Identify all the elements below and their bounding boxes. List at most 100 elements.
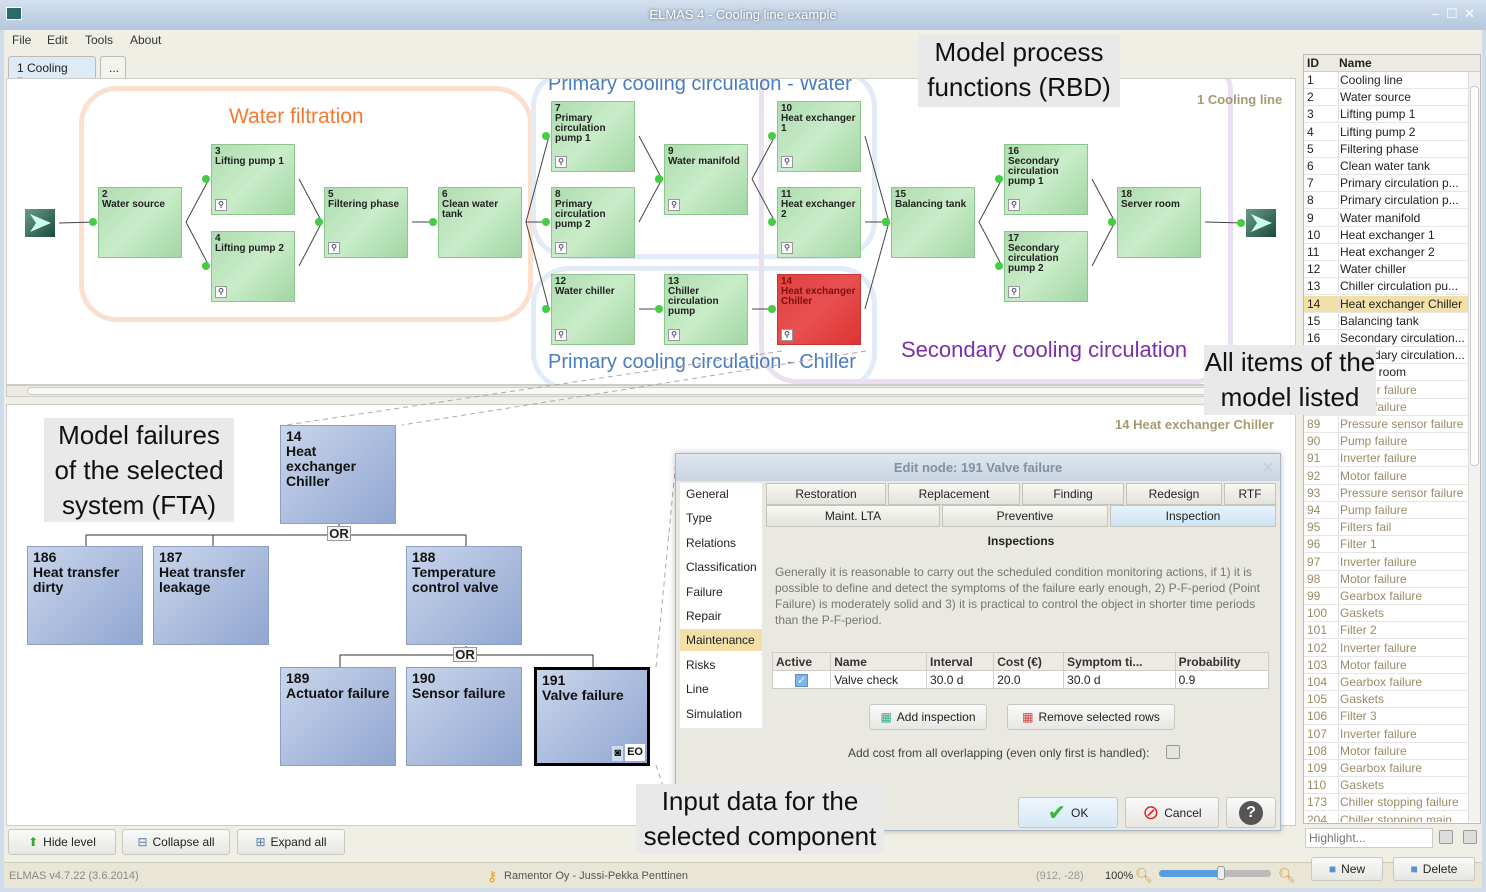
menu-tools[interactable]: Tools: [85, 33, 113, 47]
zoom-in-icon[interactable]: 🔍︎: [1278, 867, 1296, 884]
magnifier-icon[interactable]: ⚲: [1008, 286, 1020, 298]
nav-risks[interactable]: Risks: [680, 654, 762, 676]
cancel-button[interactable]: ⊘ Cancel: [1125, 797, 1219, 828]
list-item[interactable]: 107 Inverter failure: [1304, 725, 1468, 743]
horizontal-scrollbar[interactable]: [6, 385, 1296, 397]
rbd-node-9[interactable]: 9 Water manifold ⚲: [664, 144, 748, 215]
menu-file[interactable]: File: [12, 33, 31, 47]
menu-about[interactable]: About: [130, 33, 161, 47]
delete-button[interactable]: ■ Delete: [1393, 857, 1475, 881]
list-item[interactable]: 11 Heat exchanger 2: [1304, 244, 1468, 261]
vertical-scrollbar[interactable]: [1468, 72, 1480, 822]
magnifier-icon[interactable]: ⚲: [328, 242, 340, 254]
magnifier-icon[interactable]: ⚲: [781, 329, 793, 341]
magnifier-icon[interactable]: ⚲: [555, 242, 567, 254]
overlap-checkbox[interactable]: [1166, 745, 1180, 759]
fta-node-190[interactable]: 190 Sensor failure: [406, 667, 522, 766]
list-item[interactable]: 110 Gaskets: [1304, 777, 1468, 795]
list-item[interactable]: 8 Primary circulation p...: [1304, 192, 1468, 210]
magnifier-icon[interactable]: ⚲: [668, 199, 680, 211]
zoom-slider[interactable]: [1159, 866, 1271, 880]
tab-more[interactable]: ...: [100, 56, 126, 78]
list-item[interactable]: 93 Pressure sensor failure: [1304, 484, 1468, 502]
tab-rtf[interactable]: RTF: [1224, 483, 1276, 505]
fta-node-187[interactable]: 187 Heat transfer leakage: [153, 546, 269, 645]
rbd-node-10[interactable]: 10 Heat exchanger 1 ⚲: [777, 101, 861, 172]
rbd-node-6[interactable]: 6 Clean water tank: [438, 187, 522, 258]
nav-relations[interactable]: Relations: [680, 532, 762, 554]
magnifier-icon[interactable]: ⚲: [781, 156, 793, 168]
magnifier-icon[interactable]: ⚲: [555, 156, 567, 168]
nav-type[interactable]: Type: [680, 507, 762, 529]
list-item[interactable]: 103 Motor failure: [1304, 656, 1468, 674]
nav-line[interactable]: Line: [680, 678, 762, 700]
list-item[interactable]: 99 Gearbox failure: [1304, 588, 1468, 605]
list-item[interactable]: 9 Water manifold: [1304, 209, 1468, 227]
list-item[interactable]: 105 Gaskets: [1304, 691, 1468, 709]
nav-maintenance[interactable]: Maintenance: [680, 629, 762, 652]
maximize-button[interactable]: ☐: [1446, 6, 1458, 22]
filter-toggle-1[interactable]: [1439, 830, 1453, 844]
list-item[interactable]: 6 Clean water tank: [1304, 158, 1468, 175]
column-name[interactable]: Name: [1339, 55, 1372, 72]
nav-repair[interactable]: Repair: [680, 605, 762, 627]
magnifier-icon[interactable]: ⚲: [781, 242, 793, 254]
new-button[interactable]: ■ New: [1311, 857, 1383, 881]
scroll-thumb[interactable]: [27, 387, 1277, 395]
menu-edit[interactable]: Edit: [47, 33, 68, 47]
rbd-node-13[interactable]: 13 Chiller circulation pump ⚲: [664, 274, 748, 345]
nav-failure[interactable]: Failure: [680, 581, 762, 603]
list-item[interactable]: 101 Filter 2: [1304, 622, 1468, 640]
rbd-node-4[interactable]: 4 Lifting pump 2 ⚲: [211, 231, 295, 302]
add-inspection-button[interactable]: ▦ Add inspection: [869, 704, 987, 730]
tab-replacement[interactable]: Replacement: [888, 483, 1020, 505]
tab-preventive[interactable]: Preventive: [942, 505, 1108, 527]
rbd-node-8[interactable]: 8 Primary circulation pump 2 ⚲: [551, 187, 635, 258]
cell-name[interactable]: Valve check: [830, 670, 928, 689]
list-item[interactable]: 13 Chiller circulation pu...: [1304, 278, 1468, 296]
column-header[interactable]: Probability: [1174, 652, 1270, 671]
magnifier-icon[interactable]: ⚲: [215, 199, 227, 211]
rbd-node-16[interactable]: 16 Secondary circulation pump 1 ⚲: [1004, 144, 1088, 215]
nav-general[interactable]: General: [680, 483, 762, 505]
fta-node-191[interactable]: 191 Valve failure EO ◙: [534, 667, 650, 766]
list-item[interactable]: 5 Filtering phase: [1304, 140, 1468, 158]
rbd-node-5[interactable]: 5 Filtering phase ⚲: [324, 187, 408, 258]
column-header[interactable]: Active: [771, 652, 832, 671]
cell-probability[interactable]: 0.9: [1174, 670, 1270, 689]
ok-button[interactable]: ✔ OK: [1018, 797, 1118, 828]
column-id[interactable]: ID: [1307, 55, 1319, 72]
fta-node-188[interactable]: 188 Temperature control valve: [406, 546, 522, 645]
tab-restoration[interactable]: Restoration: [766, 483, 886, 505]
magnifier-icon[interactable]: ⚲: [555, 329, 567, 341]
highlight-input[interactable]: [1305, 828, 1433, 848]
fta-node-189[interactable]: 189 Actuator failure: [280, 667, 396, 766]
list-item[interactable]: 95 Filters fail: [1304, 519, 1468, 537]
list-item[interactable]: 90 Pump failure: [1304, 433, 1468, 451]
list-item[interactable]: 10 Heat exchanger 1: [1304, 226, 1468, 244]
scroll-thumb[interactable]: [1470, 86, 1479, 466]
column-header[interactable]: Symptom ti...: [1063, 652, 1176, 671]
list-item[interactable]: 91 Inverter failure: [1304, 450, 1468, 468]
rbd-node-7[interactable]: 7 Primary circulation pump 1 ⚲: [551, 101, 635, 172]
list-item[interactable]: 102 Inverter failure: [1304, 639, 1468, 657]
rbd-node-17[interactable]: 17 Secondary circulation pump 2 ⚲: [1004, 231, 1088, 302]
rbd-node-11[interactable]: 11 Heat exchanger 2 ⚲: [777, 187, 861, 258]
list-item[interactable]: 109 Gearbox failure: [1304, 760, 1468, 777]
rbd-node-15[interactable]: 15 Balancing tank: [891, 187, 975, 258]
help-button[interactable]: ?: [1226, 797, 1276, 828]
list-item[interactable]: 4 Lifting pump 2: [1304, 123, 1468, 141]
list-item[interactable]: 89 Pressure sensor failure: [1304, 416, 1468, 433]
nav-simulation[interactable]: Simulation: [680, 703, 762, 725]
list-item[interactable]: 104 Gearbox failure: [1304, 674, 1468, 691]
zoom-slider-thumb[interactable]: [1216, 866, 1225, 880]
rbd-node-18[interactable]: 18 Server room: [1117, 187, 1201, 258]
hide-level-button[interactable]: ⬆ Hide level: [8, 829, 116, 855]
cell-symptom-time[interactable]: 30.0 d: [1063, 670, 1176, 689]
list-item[interactable]: 15 Balancing tank: [1304, 312, 1468, 330]
list-item[interactable]: 14 Heat exchanger Chiller: [1304, 295, 1468, 313]
tab-finding[interactable]: Finding: [1022, 483, 1124, 505]
magnifier-icon[interactable]: ⚲: [1008, 199, 1020, 211]
tab-redesign[interactable]: Redesign: [1126, 483, 1222, 505]
rbd-node-14[interactable]: 14 Heat exchanger Chiller ⚲: [777, 274, 861, 345]
